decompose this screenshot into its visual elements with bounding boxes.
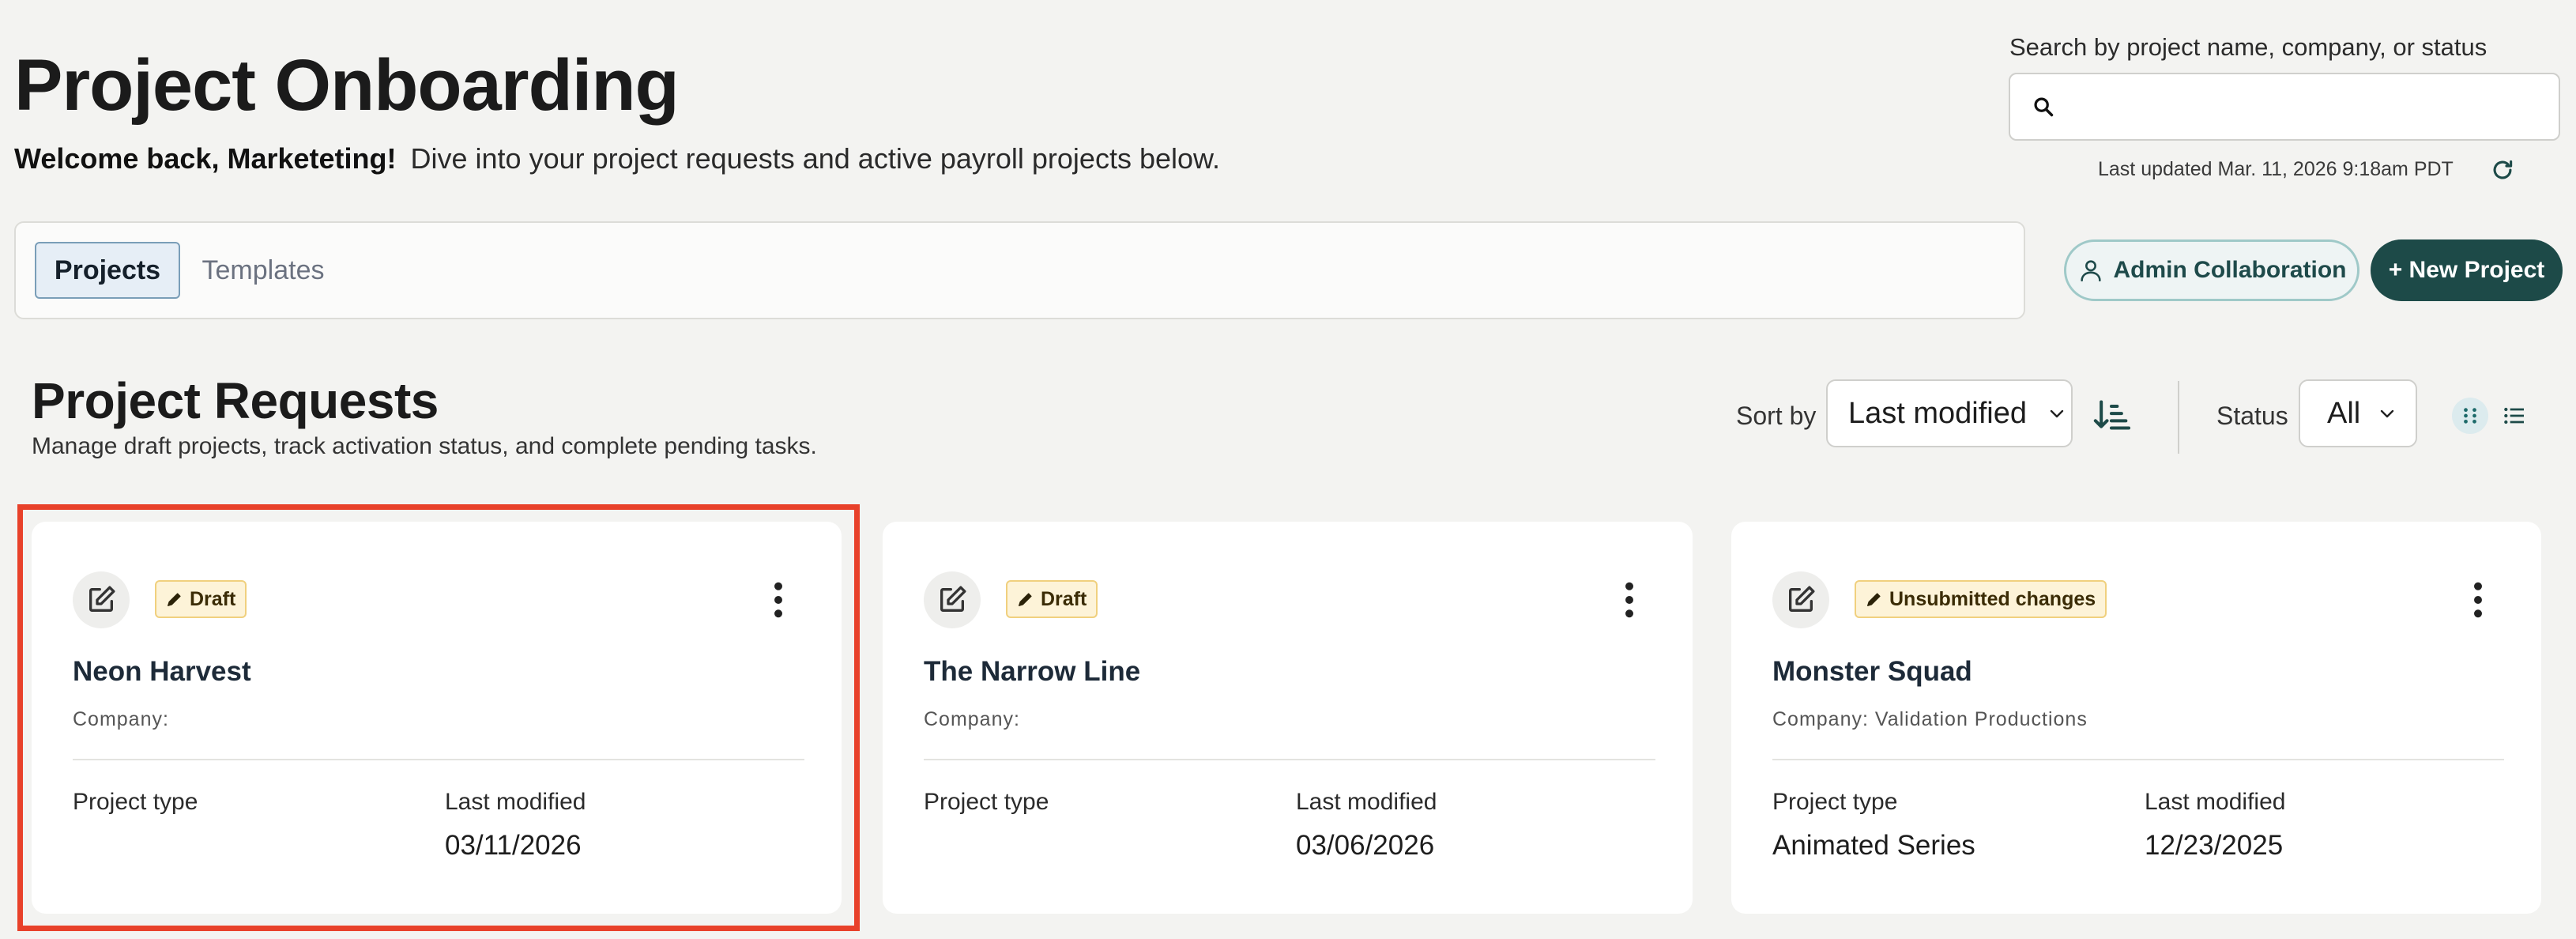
new-project-button[interactable]: + New Project [2371, 239, 2563, 301]
edit-project-button[interactable] [73, 571, 130, 628]
project-name: The Narrow Line [924, 656, 1141, 687]
company: Company: [73, 708, 169, 731]
company-label: Company: [1772, 708, 1869, 730]
status-badge-label: Draft [1041, 587, 1087, 610]
last-updated: Last updated Mar. 11, 2026 9:18am PDT [2098, 158, 2454, 180]
chevron-down-icon [2381, 409, 2394, 418]
status-badge-label: Unsubmitted changes [1889, 587, 2096, 610]
chevron-down-icon [2050, 409, 2064, 418]
card-divider [924, 759, 1655, 760]
company-label: Company: [73, 708, 169, 730]
card-divider [73, 759, 804, 760]
project-type-label: Project type [1772, 789, 1898, 815]
admin-collaboration-button[interactable]: Admin Collaboration [2064, 239, 2359, 301]
last-modified-label: Last modified [1296, 789, 1437, 815]
status-value: All [2327, 396, 2361, 430]
pencil-icon [168, 593, 181, 606]
sort-select[interactable]: Last modified [1826, 379, 2073, 447]
user-icon [2080, 260, 2101, 282]
status-badge-label: Draft [190, 587, 236, 610]
project-card[interactable]: Draft Neon Harvest Company: Project type… [32, 522, 842, 914]
welcome-message: Welcome back, Marketeting! Dive into your… [14, 142, 1220, 175]
grid-icon [2464, 408, 2476, 424]
search-label: Search by project name, company, or stat… [2009, 33, 2487, 61]
more-options-icon[interactable] [2469, 582, 2487, 618]
tabs-bar: Projects Templates [14, 221, 2025, 319]
tab-projects[interactable]: Projects [35, 242, 180, 299]
more-options-icon[interactable] [1620, 582, 1639, 618]
last-modified-label: Last modified [2145, 789, 2286, 815]
tab-templates[interactable]: Templates [196, 242, 330, 299]
admin-collaboration-label: Admin Collaboration [2113, 257, 2347, 283]
list-view-icon[interactable] [2502, 403, 2527, 428]
edit-icon [1789, 586, 1815, 612]
status-badge: Draft [1006, 580, 1098, 618]
last-modified-value: 03/11/2026 [445, 830, 582, 861]
status-badge: Unsubmitted changes [1855, 580, 2107, 618]
project-type-label: Project type [73, 789, 198, 815]
more-options-icon[interactable] [769, 582, 788, 618]
filter-divider [2178, 381, 2179, 454]
search-icon [2034, 97, 2054, 117]
edit-icon [89, 586, 115, 612]
refresh-icon[interactable] [2489, 156, 2516, 183]
welcome-description: Dive into your project requests and acti… [410, 142, 1221, 175]
last-modified-label: Last modified [445, 789, 586, 815]
company-value: Validation Productions [1874, 708, 2088, 730]
project-name: Neon Harvest [73, 656, 251, 687]
status-badge: Draft [155, 580, 247, 618]
sort-value: Last modified [1848, 396, 2028, 430]
edit-icon [940, 586, 966, 612]
pencil-icon [1867, 593, 1881, 606]
search-box[interactable] [2009, 73, 2560, 141]
card-divider [1772, 759, 2504, 760]
sort-direction-icon[interactable] [2092, 398, 2130, 432]
sort-label: Sort by [1736, 402, 1817, 430]
project-name: Monster Squad [1772, 656, 1972, 687]
project-type-label: Project type [924, 789, 1049, 815]
edit-project-button[interactable] [1772, 571, 1829, 628]
status-select[interactable]: All [2299, 379, 2417, 447]
last-modified-value: 03/06/2026 [1296, 830, 1435, 861]
company-label: Company: [924, 708, 1020, 730]
page-title: Project Onboarding [14, 45, 680, 126]
project-card[interactable]: Draft The Narrow Line Company: Project t… [883, 522, 1693, 914]
project-type-value: Animated Series [1772, 830, 1975, 861]
status-label: Status [2216, 402, 2288, 430]
project-card[interactable]: Unsubmitted changes Monster Squad Compan… [1731, 522, 2541, 914]
section-title: Project Requests [32, 372, 439, 429]
last-modified-value: 12/23/2025 [2145, 830, 2284, 861]
company: Company: [924, 708, 1020, 731]
edit-project-button[interactable] [924, 571, 981, 628]
pencil-icon [1019, 593, 1032, 606]
section-subtitle: Manage draft projects, track activation … [32, 433, 817, 459]
search-input[interactable] [2067, 83, 2559, 130]
grid-view-button[interactable] [2452, 398, 2488, 434]
welcome-greeting: Welcome back, Marketeting! [14, 142, 397, 175]
company: Company: Validation Productions [1772, 708, 2088, 731]
